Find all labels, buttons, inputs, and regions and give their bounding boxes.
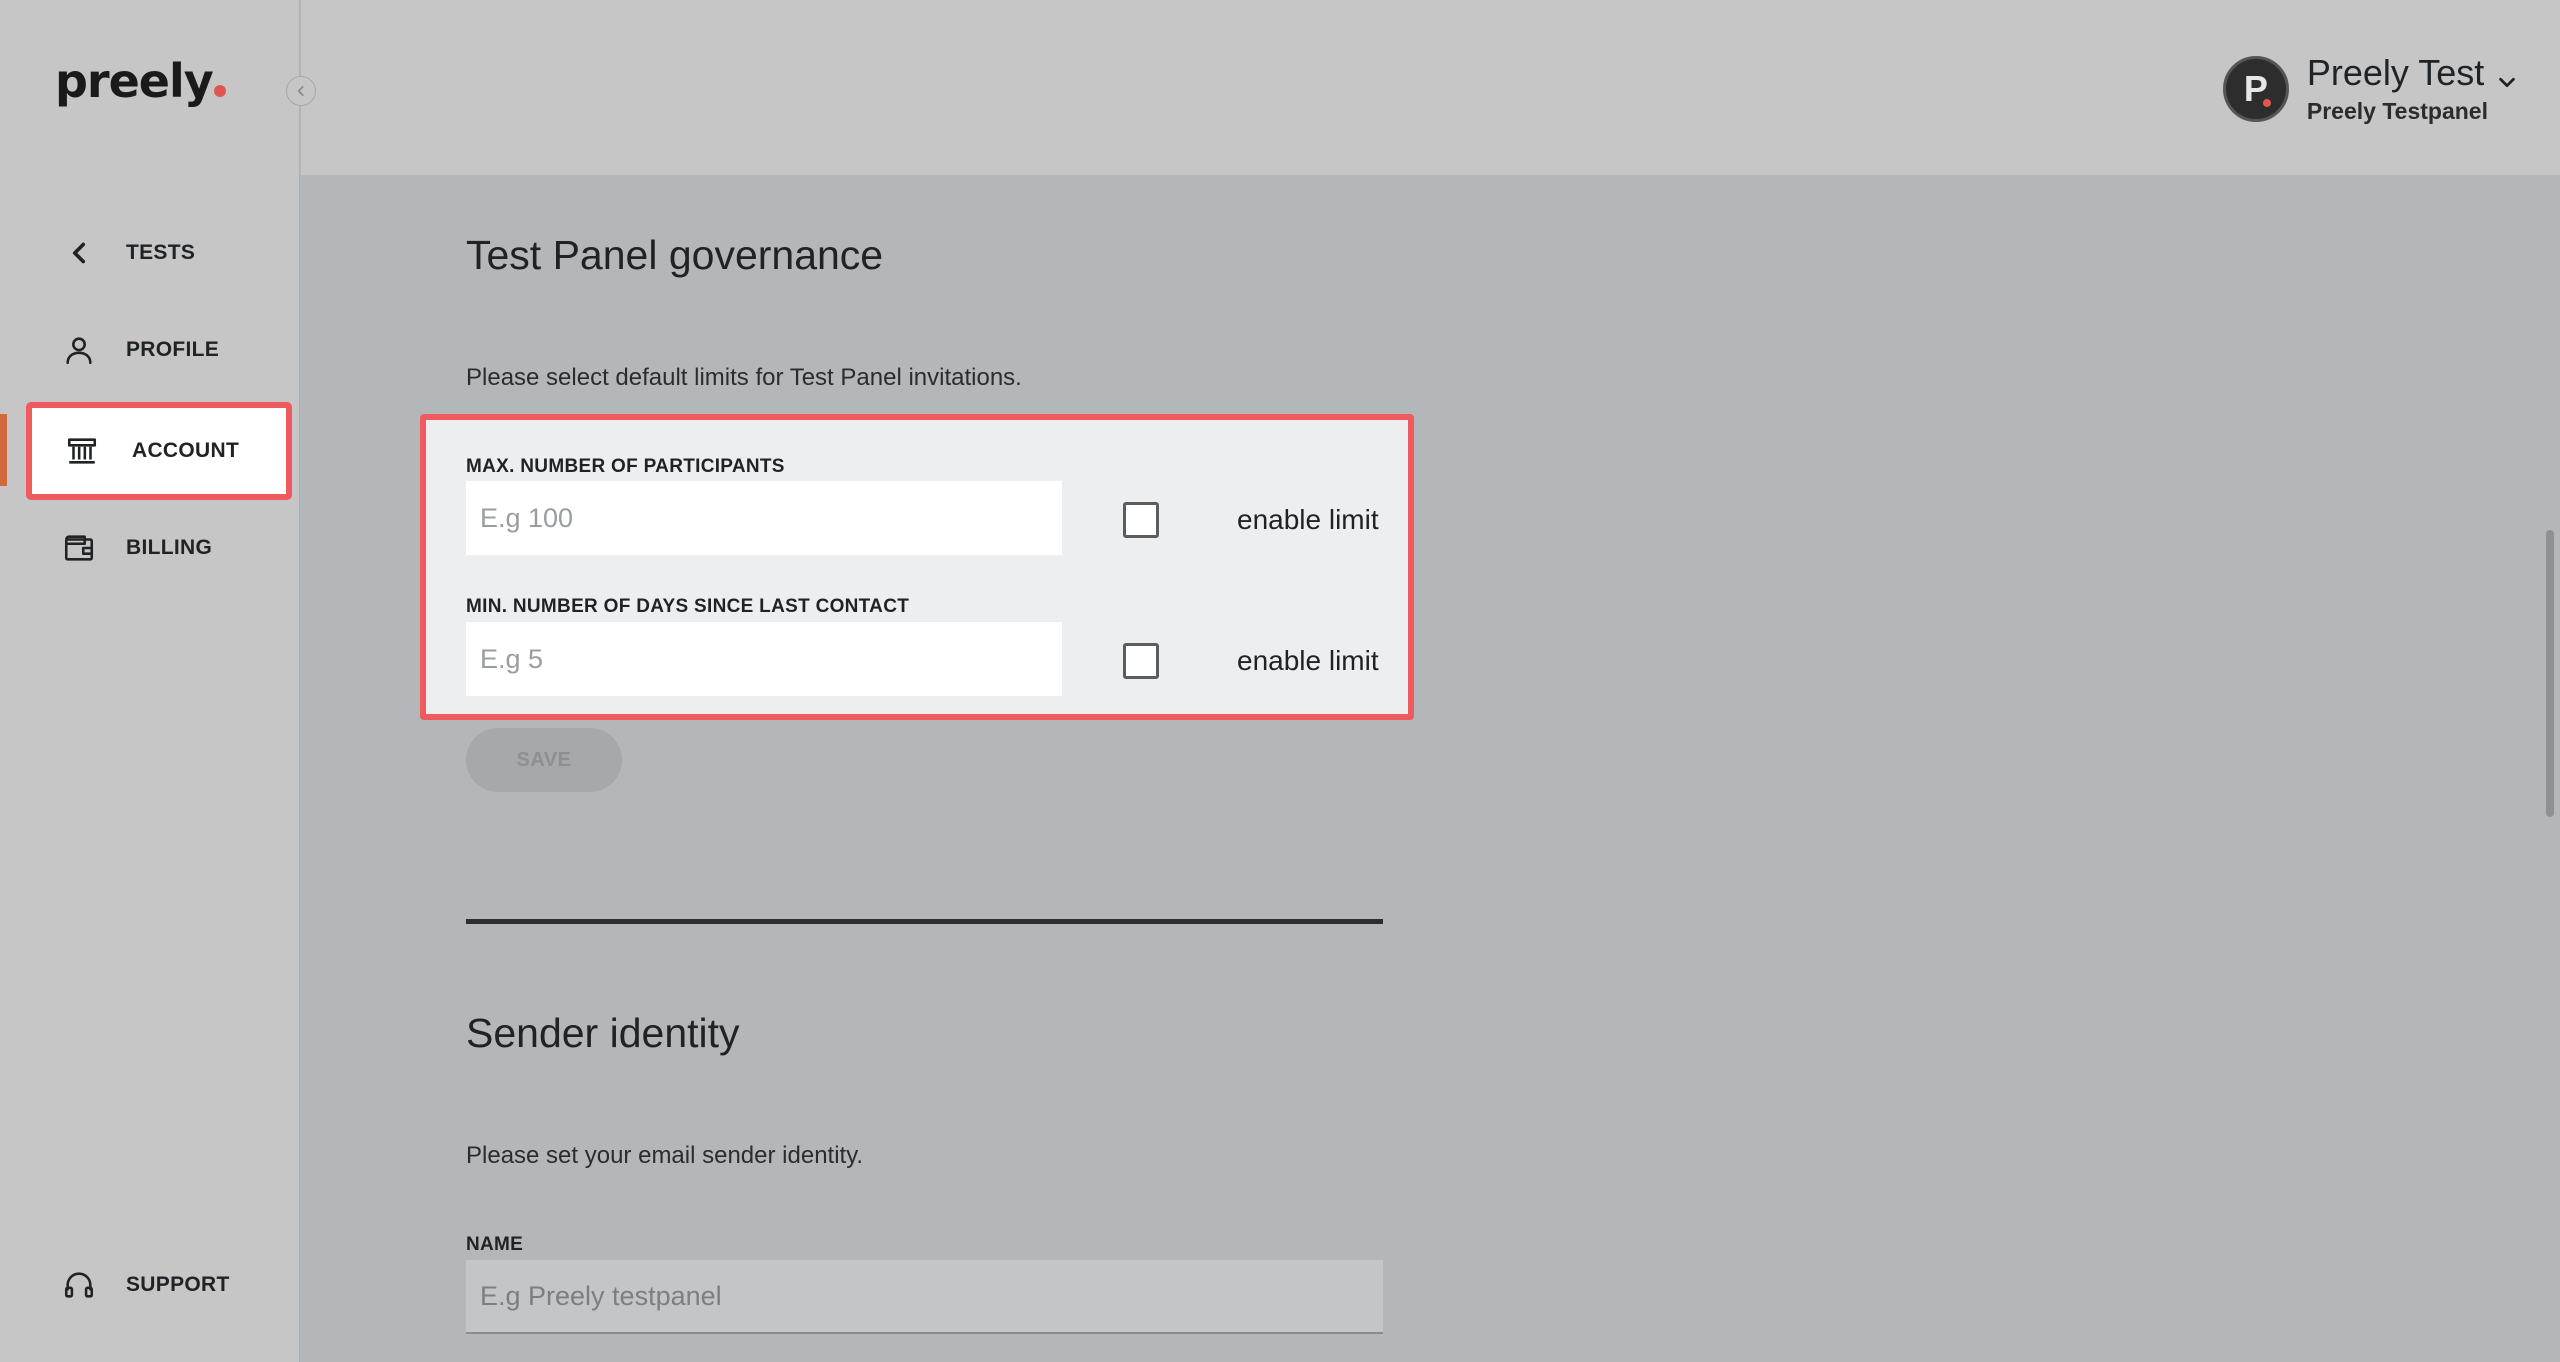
min-days-label: MIN. NUMBER OF DAYS SINCE LAST CONTACT [466,596,910,617]
sidebar-item-label: PROFILE [126,338,220,361]
user-name: Preely Test [2306,52,2485,93]
sender-identity-title: Sender identity [466,1010,740,1056]
sidebar-item-tests[interactable]: TESTS [26,205,292,301]
wallet-icon [26,531,116,565]
sidebar: preely TESTS PROFILE ACCOUNT BILLING SUP… [0,0,300,1362]
sidebar-item-profile[interactable]: PROFILE [26,302,292,398]
avatar-dot [2262,98,2271,107]
bank-icon [32,434,122,468]
avatar: P [2222,55,2289,122]
chevron-left-icon [26,236,116,270]
max-participants-label: MAX. NUMBER OF PARTICIPANTS [466,456,785,477]
governance-description: Please select default limits for Test Pa… [466,364,1022,391]
collapse-sidebar-button[interactable] [286,76,316,106]
headset-icon [26,1268,116,1302]
sidebar-item-support[interactable]: SUPPORT [26,1237,292,1333]
min-days-input[interactable]: E.g 5 [466,622,1062,696]
max-participants-enable-label: enable limit [1237,504,1379,535]
user-menu[interactable]: P Preely Test Preely Testpanel [2222,52,2518,125]
min-days-enable-label: enable limit [1237,645,1379,676]
preely-logo[interactable]: preely [55,54,226,108]
sidebar-item-label: BILLING [126,536,213,559]
sidebar-item-label: SUPPORT [126,1273,230,1296]
user-icon [26,333,116,367]
sender-name-input[interactable]: E.g Preely testpanel [466,1260,1383,1334]
sender-identity-description: Please set your email sender identity. [466,1142,864,1169]
sidebar-item-account[interactable]: ACCOUNT [26,402,292,500]
top-header: P Preely Test Preely Testpanel [301,0,2560,176]
section-divider [466,919,1383,924]
sender-name-label: NAME [466,1234,524,1255]
scrollbar[interactable] [2546,530,2554,817]
sidebar-item-label: ACCOUNT [132,439,240,462]
user-organization: Preely Testpanel [2306,98,2488,124]
min-days-enable-checkbox[interactable] [1123,643,1159,679]
sidebar-item-billing[interactable]: BILLING [26,500,292,596]
logo-dot [213,85,226,97]
save-button[interactable]: SAVE [466,728,622,792]
max-participants-enable-checkbox[interactable] [1123,502,1159,538]
governance-title: Test Panel governance [466,232,884,278]
sidebar-item-label: TESTS [126,241,196,264]
chevron-down-icon [2499,77,2515,87]
chevron-left-icon [297,86,304,96]
max-participants-input[interactable]: E.g 100 [466,481,1062,555]
active-indicator [0,414,7,486]
